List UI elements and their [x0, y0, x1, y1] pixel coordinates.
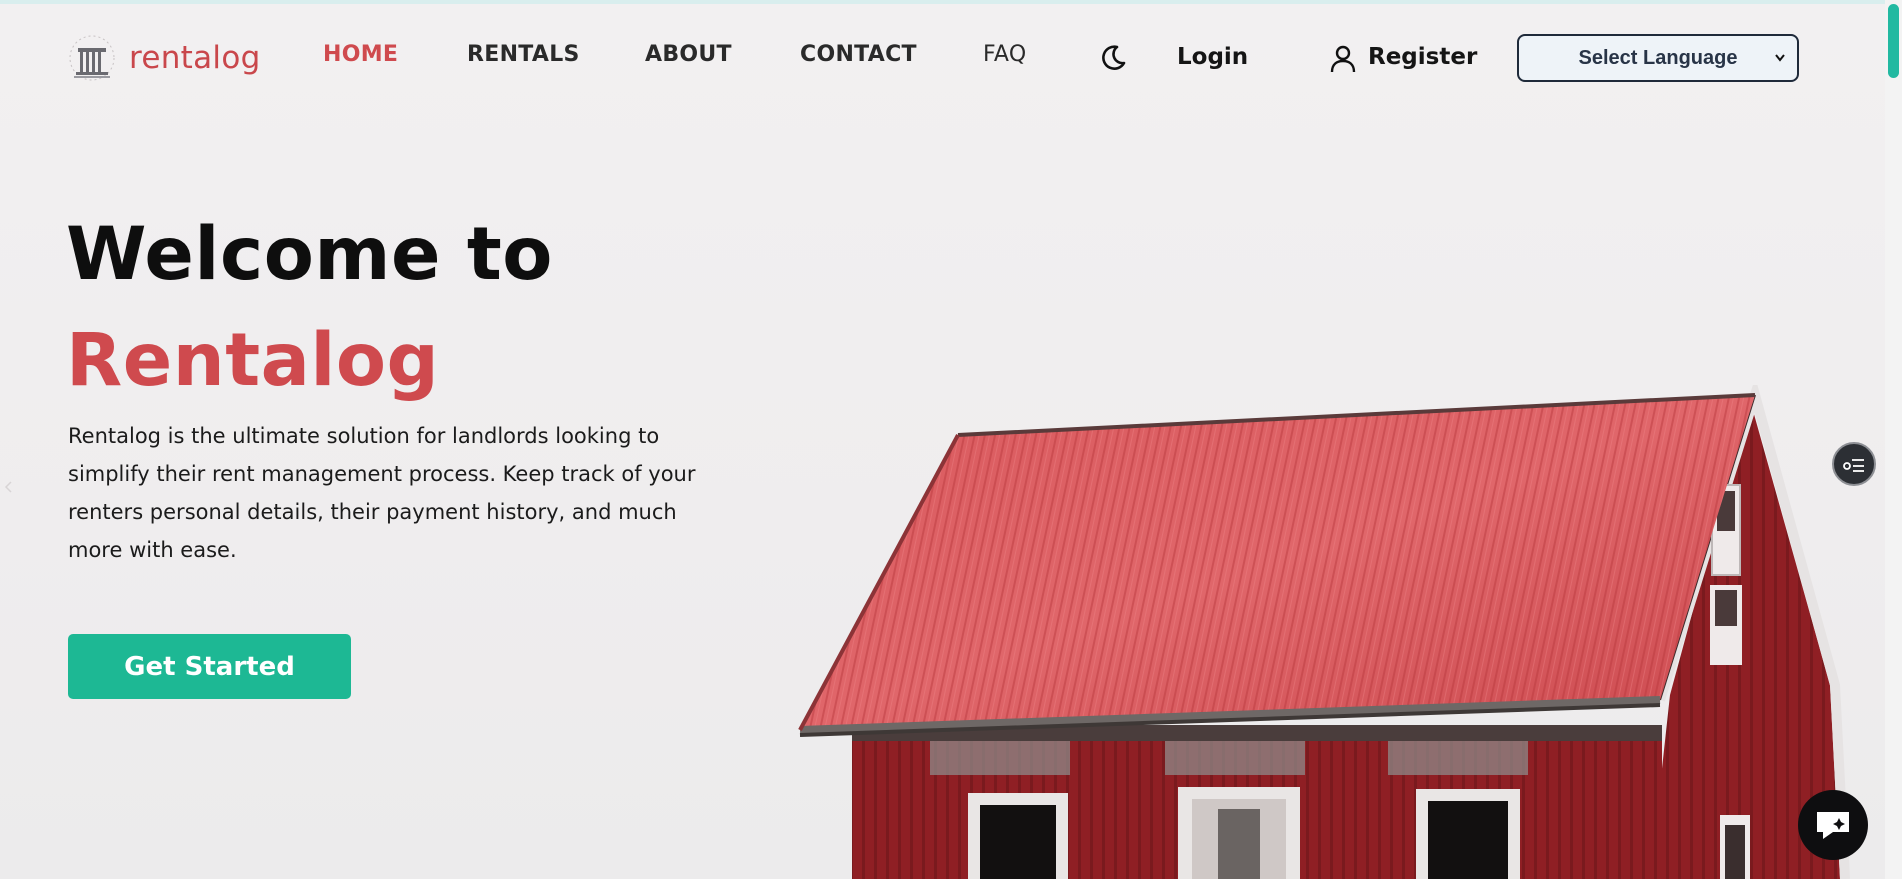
register-link[interactable]: Register [1368, 44, 1477, 70]
nav-rentals[interactable]: RENTALS [467, 42, 580, 67]
landing-page: rentalog HOME RENTALS ABOUT CONTACT FAQ … [0, 0, 1902, 879]
checklist-icon [1843, 459, 1864, 472]
language-select[interactable]: Select Language [1517, 34, 1799, 82]
get-started-button[interactable]: Get Started [68, 634, 351, 699]
hero-heading-brand: Rentalog [66, 318, 440, 403]
left-edge-marker [4, 478, 12, 493]
nav-faq[interactable]: FAQ [983, 42, 1027, 67]
red-house-photo [798, 385, 1850, 879]
nav-home[interactable]: HOME [323, 42, 398, 67]
nav-about[interactable]: ABOUT [645, 42, 732, 67]
brand-name: rentalog [129, 40, 261, 76]
nav-contact[interactable]: CONTACT [800, 42, 917, 67]
language-select-value: Select Language [1578, 46, 1738, 69]
chat-button[interactable] [1798, 790, 1868, 860]
chevron-down-icon [1775, 54, 1785, 62]
chat-bubble-icon [1817, 812, 1849, 839]
top-navbar: rentalog HOME RENTALS ABOUT CONTACT FAQ … [0, 0, 1885, 115]
login-link[interactable]: Login [1177, 44, 1248, 70]
brand-logo[interactable]: rentalog [66, 34, 261, 82]
moon-icon[interactable] [1098, 43, 1128, 73]
page-scrollbar[interactable] [1885, 0, 1902, 879]
scrollbar-thumb[interactable] [1888, 4, 1899, 78]
building-icon [69, 35, 115, 81]
floating-menu-button[interactable] [1832, 442, 1876, 486]
hero-heading-line1: Welcome to [66, 212, 553, 297]
user-icon[interactable] [1329, 44, 1357, 74]
hero-description: Rentalog is the ultimate solution for la… [68, 424, 696, 562]
